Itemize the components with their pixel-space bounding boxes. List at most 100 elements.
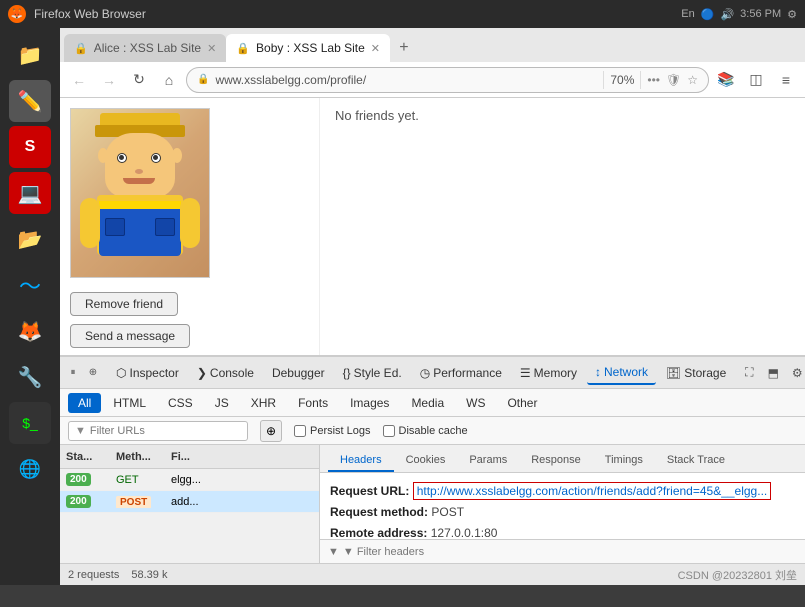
sidebar-icon-cmd[interactable]: $_ xyxy=(9,402,51,444)
request-method-field: Request method: POST xyxy=(330,503,795,521)
request-row-1[interactable]: 200 POST add... xyxy=(60,491,319,513)
console-label: Console xyxy=(210,366,254,380)
details-tabs: Headers Cookies Params Response Timings … xyxy=(320,445,805,473)
filter-headers-bar[interactable]: ▼ ▼ Filter headers xyxy=(320,539,805,563)
detail-tab-response[interactable]: Response xyxy=(519,450,593,472)
new-tab-button[interactable]: + xyxy=(390,34,418,62)
sidebar-icon-files[interactable]: 📁 xyxy=(9,34,51,76)
sidebar-icon-editor[interactable]: ✏️ xyxy=(9,80,51,122)
browser-window: 🔒 Alice : XSS Lab Site ✕ 🔒 Boby : XSS La… xyxy=(60,28,805,585)
filter-options-button[interactable]: ⊕ xyxy=(260,420,282,442)
devtools-tab-debugger[interactable]: Debugger xyxy=(264,362,333,384)
forward-button[interactable]: → xyxy=(96,67,122,93)
devtools-panel: ⏸ ⊕ ⬡ Inspector ❯ Console Debugger xyxy=(60,355,805,585)
tab-boby-label: Boby : XSS Lab Site xyxy=(256,41,365,55)
devtools-settings-button[interactable]: ⚙ xyxy=(786,362,805,384)
tab-boby-close[interactable]: ✕ xyxy=(371,42,380,55)
page-content: Remove friend Send a message No friends … xyxy=(60,98,805,585)
network-options: ▼ Filter URLs ⊕ Persist Logs Disable cac… xyxy=(60,417,805,445)
req-status-1: 200 xyxy=(60,495,110,508)
request-row-0[interactable]: 200 GET elgg... xyxy=(60,469,319,491)
net-tab-all[interactable]: All xyxy=(68,393,101,413)
detail-tab-stacktrace[interactable]: Stack Trace xyxy=(655,450,737,472)
filter-placeholder-text: Filter URLs xyxy=(90,425,145,437)
home-button[interactable]: ⌂ xyxy=(156,67,182,93)
profile-image xyxy=(70,108,210,278)
devtools-pause-button[interactable]: ⏸ xyxy=(64,364,82,382)
devtools-tab-performance[interactable]: ◷ Performance xyxy=(412,362,510,384)
devtools-layout-button[interactable]: ⬒ xyxy=(762,362,784,384)
col-header-status: Sta... xyxy=(60,451,110,463)
network-filter-tabs: All HTML CSS JS XHR Fonts Images Media W… xyxy=(60,389,805,417)
disable-cache-label: Disable cache xyxy=(399,425,468,437)
firefox-icon: 🦊 xyxy=(8,5,26,23)
net-tab-xhr[interactable]: XHR xyxy=(241,393,286,413)
net-tab-fonts[interactable]: Fonts xyxy=(288,393,338,413)
request-method-value: POST xyxy=(431,505,464,519)
req-status-0: 200 xyxy=(60,473,110,486)
disable-cache-option[interactable]: Disable cache xyxy=(383,425,468,437)
request-url-label: Request URL: xyxy=(330,484,409,498)
persist-logs-checkbox[interactable] xyxy=(294,425,306,437)
menu-button[interactable]: ≡ xyxy=(773,67,799,93)
no-friends-text: No friends yet. xyxy=(330,103,424,128)
url-lock-icon: 🔒 xyxy=(197,74,209,85)
devtools-tab-inspector[interactable]: ⬡ Inspector xyxy=(108,362,187,384)
net-tab-media[interactable]: Media xyxy=(401,393,454,413)
sidebar-icon-wrench[interactable]: 🔧 xyxy=(9,356,51,398)
persist-logs-option[interactable]: Persist Logs xyxy=(294,425,371,437)
devtools-tab-network[interactable]: ↕ Network xyxy=(587,361,656,385)
bluetooth-icon: 🔵 xyxy=(701,8,715,21)
network-table-area: Sta... Meth... Fi... 200 GET elgg... xyxy=(60,445,805,563)
req-method-0: GET xyxy=(110,474,165,486)
detail-tab-headers[interactable]: Headers xyxy=(328,450,394,472)
sidebar-icon-S[interactable]: S xyxy=(9,126,51,168)
sidebar-icon-folder[interactable]: 📂 xyxy=(9,218,51,260)
net-tab-other[interactable]: Other xyxy=(497,393,547,413)
request-url-value: http://www.xsslabelgg.com/action/friends… xyxy=(413,482,772,500)
net-tab-css[interactable]: CSS xyxy=(158,393,203,413)
sidebar-icon-wave[interactable]: 〜 xyxy=(9,264,51,306)
persist-logs-label: Persist Logs xyxy=(310,425,371,437)
req-file-0: elgg... xyxy=(165,474,319,486)
devtools-pick-button[interactable]: ⊕ xyxy=(84,364,102,382)
devtools-tab-console[interactable]: ❯ Console xyxy=(189,362,262,384)
bookmark-list-icon[interactable]: 📚 xyxy=(713,67,739,93)
devtools-tab-storage[interactable]: 🗄 Storage xyxy=(658,362,734,384)
tab-alice-close[interactable]: ✕ xyxy=(207,42,216,55)
tab-alice-label: Alice : XSS Lab Site xyxy=(94,41,201,55)
devtools-dock-button[interactable]: ⛶ xyxy=(738,362,760,384)
status-badge-1: 200 xyxy=(66,495,91,508)
remove-friend-button[interactable]: Remove friend xyxy=(70,292,178,316)
transfer-size: 58.39 k xyxy=(131,569,167,581)
sidebar-toggle-icon[interactable]: ◫ xyxy=(743,67,769,93)
sidebar: 📁 ✏️ S 💻 📂 〜 🦊 🔧 $_ 🌐 xyxy=(0,28,60,585)
navbar: ← → ↻ ⌂ 🔒 www.xsslabelgg.com/profile/ 70… xyxy=(60,62,805,98)
filter-urls-input[interactable]: ▼ Filter URLs xyxy=(68,421,248,441)
request-url-highlighted: http://www.xsslabelgg.com/action/friends… xyxy=(413,482,772,500)
tab-boby[interactable]: 🔒 Boby : XSS Lab Site ✕ xyxy=(226,34,390,62)
net-tab-images[interactable]: Images xyxy=(340,393,399,413)
detail-tab-timings[interactable]: Timings xyxy=(593,450,655,472)
devtools-tab-styleed[interactable]: {} Style Ed. xyxy=(335,362,410,384)
url-bar[interactable]: 🔒 www.xsslabelgg.com/profile/ 70% ••• 🛡 … xyxy=(186,67,709,93)
back-button[interactable]: ← xyxy=(66,67,92,93)
disable-cache-checkbox[interactable] xyxy=(383,425,395,437)
detail-tab-params[interactable]: Params xyxy=(457,450,519,472)
sidebar-icon-terminal[interactable]: 💻 xyxy=(9,172,51,214)
net-tab-ws[interactable]: WS xyxy=(456,393,495,413)
devtools-tab-memory[interactable]: ☰ Memory xyxy=(512,362,585,384)
sidebar-icon-firefox[interactable]: 🦊 xyxy=(9,310,51,352)
reload-button[interactable]: ↻ xyxy=(126,67,152,93)
sidebar-icon-globe[interactable]: 🌐 xyxy=(9,448,51,490)
tab-alice[interactable]: 🔒 Alice : XSS Lab Site ✕ xyxy=(64,34,226,62)
send-message-button[interactable]: Send a message xyxy=(70,324,190,348)
net-tab-js[interactable]: JS xyxy=(205,393,239,413)
requests-count: 2 requests xyxy=(68,569,119,581)
detail-tab-cookies[interactable]: Cookies xyxy=(394,450,458,472)
req-method-1: POST xyxy=(110,496,165,508)
inspector-label: Inspector xyxy=(129,366,178,380)
perf-label: Performance xyxy=(433,366,502,380)
net-tab-html[interactable]: HTML xyxy=(103,393,156,413)
url-more-icon: ••• xyxy=(647,73,660,87)
